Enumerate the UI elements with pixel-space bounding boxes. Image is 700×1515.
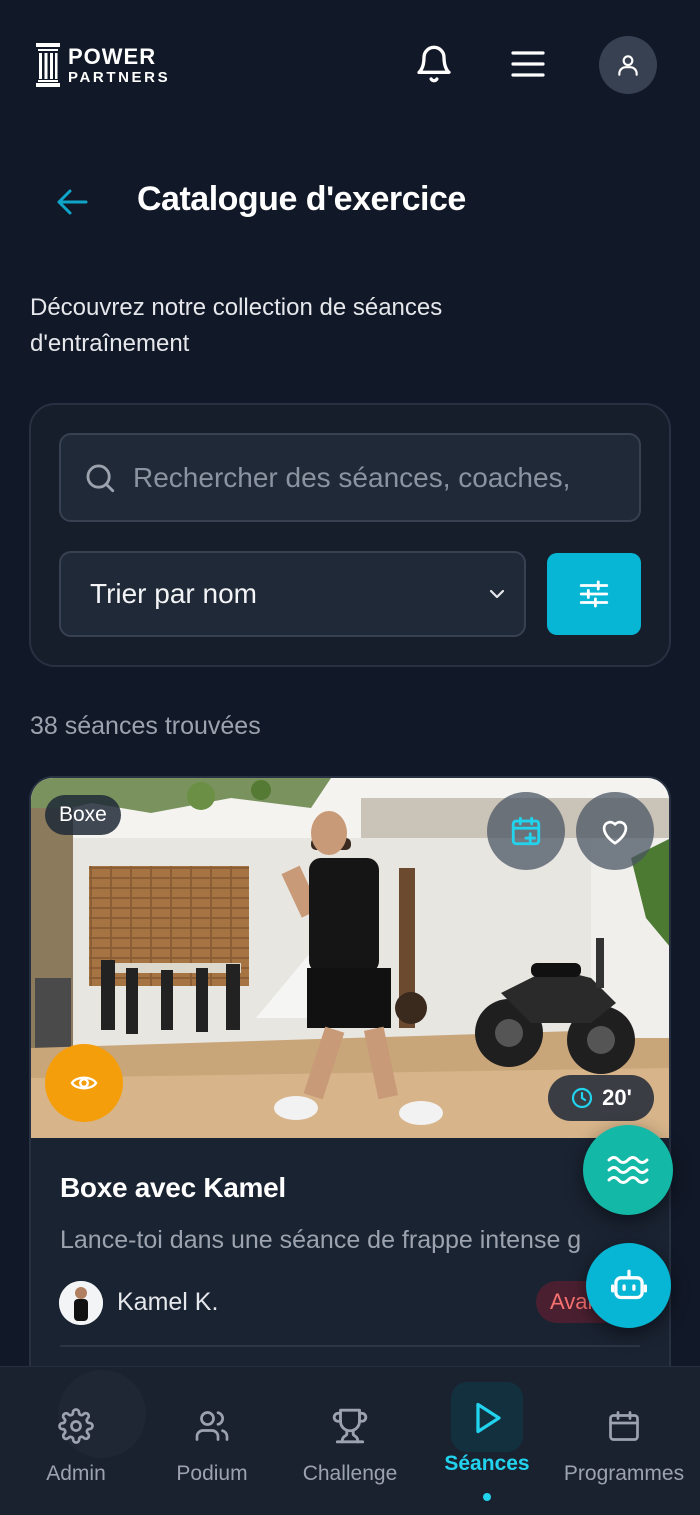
pillar-logo-icon — [36, 43, 60, 87]
logo-line-2: PARTNERS — [68, 68, 171, 86]
nav-label: Podium — [176, 1462, 248, 1485]
workout-title[interactable]: Boxe avec Kamel — [60, 1172, 286, 1204]
active-tab-indicator — [483, 1493, 491, 1501]
waves-icon — [607, 1156, 649, 1184]
nav-programmes[interactable]: Programmes — [555, 1400, 693, 1500]
profile-button[interactable] — [599, 36, 657, 94]
schedule-button[interactable] — [487, 792, 565, 870]
favorite-button[interactable] — [576, 792, 654, 870]
filters-button[interactable] — [547, 553, 641, 635]
coach-name[interactable]: Kamel K. — [117, 1288, 218, 1317]
brand-logo[interactable]: POWER PARTNERS — [36, 42, 170, 88]
users-icon — [195, 1411, 229, 1441]
nav-label: Admin — [46, 1462, 106, 1485]
notifications-button[interactable] — [410, 40, 458, 88]
robot-icon — [610, 1269, 647, 1299]
calendar-plus-icon — [511, 816, 541, 846]
play-icon — [476, 1402, 501, 1434]
clock-icon — [572, 1087, 593, 1109]
eye-icon — [70, 1076, 98, 1090]
calendar-icon — [609, 1411, 639, 1441]
arrow-left-icon — [57, 189, 88, 215]
nav-label: Programmes — [563, 1462, 685, 1485]
nav-label: Séances — [444, 1452, 530, 1475]
search-field[interactable] — [59, 433, 641, 522]
heart-icon — [602, 820, 628, 845]
nav-admin[interactable]: Admin — [7, 1400, 145, 1500]
assistant-fab[interactable] — [586, 1243, 671, 1328]
page-subtitle: Découvrez notre collection de séances d'… — [30, 294, 443, 357]
menu-icon — [511, 51, 545, 77]
page-title: Catalogue d'exercice — [137, 180, 466, 218]
results-count: 38 séances trouvées — [30, 712, 261, 740]
user-icon — [618, 55, 638, 76]
menu-button[interactable] — [504, 40, 552, 88]
nav-label: Challenge — [302, 1462, 398, 1485]
sliders-icon — [579, 580, 609, 608]
search-input[interactable] — [133, 461, 613, 494]
gear-icon — [58, 1408, 94, 1444]
back-button[interactable] — [50, 180, 94, 224]
nav-podium[interactable]: Podium — [143, 1400, 281, 1500]
sort-select-value: Trier par nom — [90, 578, 258, 609]
search-icon — [86, 464, 115, 492]
sort-select[interactable]: Trier par nom — [59, 551, 526, 637]
duration-badge: 20' — [548, 1075, 654, 1121]
chevron-down-icon — [489, 589, 505, 599]
logo-line-1: POWER — [68, 43, 157, 69]
preview-button[interactable] — [45, 1044, 123, 1122]
nav-seances[interactable]: Séances — [418, 1392, 556, 1492]
waves-fab[interactable] — [583, 1125, 673, 1215]
category-badge: Boxe — [45, 795, 121, 835]
coach-avatar — [59, 1281, 103, 1325]
bell-icon — [417, 45, 451, 83]
duration-value: 20' — [602, 1085, 632, 1110]
trophy-icon — [332, 1408, 368, 1444]
card-divider — [60, 1345, 640, 1347]
workout-description: Lance-toi dans une séance de frappe inte… — [60, 1226, 582, 1254]
nav-challenge[interactable]: Challenge — [281, 1400, 419, 1500]
